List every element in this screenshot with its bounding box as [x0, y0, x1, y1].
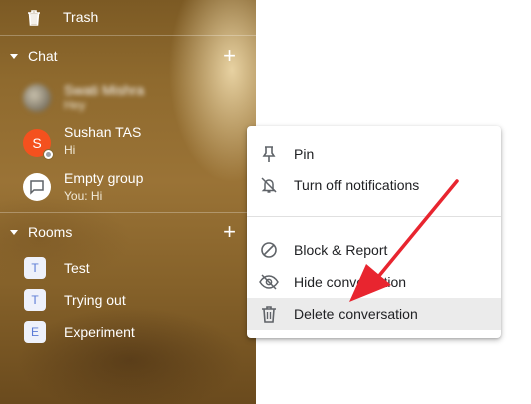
add-room-button[interactable]: + [223, 221, 236, 243]
status-badge [44, 150, 53, 159]
bell-off-icon [259, 175, 279, 195]
chat-section-header[interactable]: Chat + [0, 45, 256, 67]
divider [0, 35, 256, 36]
room-item[interactable]: T Test [0, 256, 256, 280]
avatar [23, 173, 51, 201]
menu-item-turn-off-notifications[interactable]: Turn off notifications [247, 169, 501, 201]
chat-item[interactable]: Empty group You: Hi [0, 168, 256, 208]
section-title-rooms: Rooms [28, 224, 73, 240]
menu-item-delete-conversation[interactable]: Delete conversation [247, 298, 501, 330]
context-menu: Pin Turn off notifications Block & Repor… [247, 126, 501, 338]
menu-item-label: Turn off notifications [294, 177, 420, 193]
menu-item-hide-conversation[interactable]: Hide conversation [247, 266, 501, 298]
block-icon [259, 240, 279, 260]
chat-name: Empty group [64, 170, 144, 186]
room-name: Trying out [64, 292, 126, 308]
chat-bubble-icon [29, 179, 45, 195]
chat-last-message: You: Hi [64, 189, 103, 203]
divider [0, 212, 256, 213]
chat-name: Sushan TAS [64, 124, 142, 140]
chat-last-message: Hi [64, 143, 76, 157]
menu-item-label: Pin [294, 146, 315, 162]
pin-icon [259, 144, 279, 164]
room-avatar: T [24, 289, 46, 311]
room-item[interactable]: E Experiment [0, 320, 256, 344]
trash-icon [27, 9, 41, 26]
menu-divider [247, 216, 501, 217]
room-name: Test [64, 260, 90, 276]
room-item[interactable]: T Trying out [0, 288, 256, 312]
section-title-chat: Chat [28, 48, 58, 64]
avatar: S [23, 129, 53, 159]
chevron-down-icon [10, 53, 18, 59]
chat-name: Swati Mishra [64, 82, 145, 98]
room-name: Experiment [64, 324, 135, 340]
trash-icon [259, 304, 279, 324]
menu-item-label: Hide conversation [294, 274, 407, 290]
rooms-section-header[interactable]: Rooms + [0, 221, 256, 243]
chat-last-message: Hey [64, 98, 86, 112]
add-chat-button[interactable]: + [223, 45, 236, 67]
chat-item[interactable]: Swati Mishra Hey [0, 80, 256, 120]
menu-item-label: Delete conversation [294, 306, 418, 322]
avatar [23, 84, 51, 112]
avatar-letter: S [32, 135, 42, 151]
menu-item-block-report[interactable]: Block & Report [247, 234, 501, 266]
menu-item-pin[interactable]: Pin [247, 138, 501, 170]
room-avatar: T [24, 257, 46, 279]
chat-item[interactable]: S Sushan TAS Hi [0, 124, 256, 164]
menu-item-label: Block & Report [294, 242, 388, 258]
chevron-down-icon [10, 229, 18, 235]
eye-off-icon [259, 272, 279, 292]
room-avatar: E [24, 321, 46, 343]
sidebar-item-label: Trash [63, 9, 99, 25]
sidebar: Trash Chat + Swati Mishra Hey S Sushan T… [0, 0, 256, 404]
sidebar-item-trash[interactable]: Trash [0, 5, 256, 29]
